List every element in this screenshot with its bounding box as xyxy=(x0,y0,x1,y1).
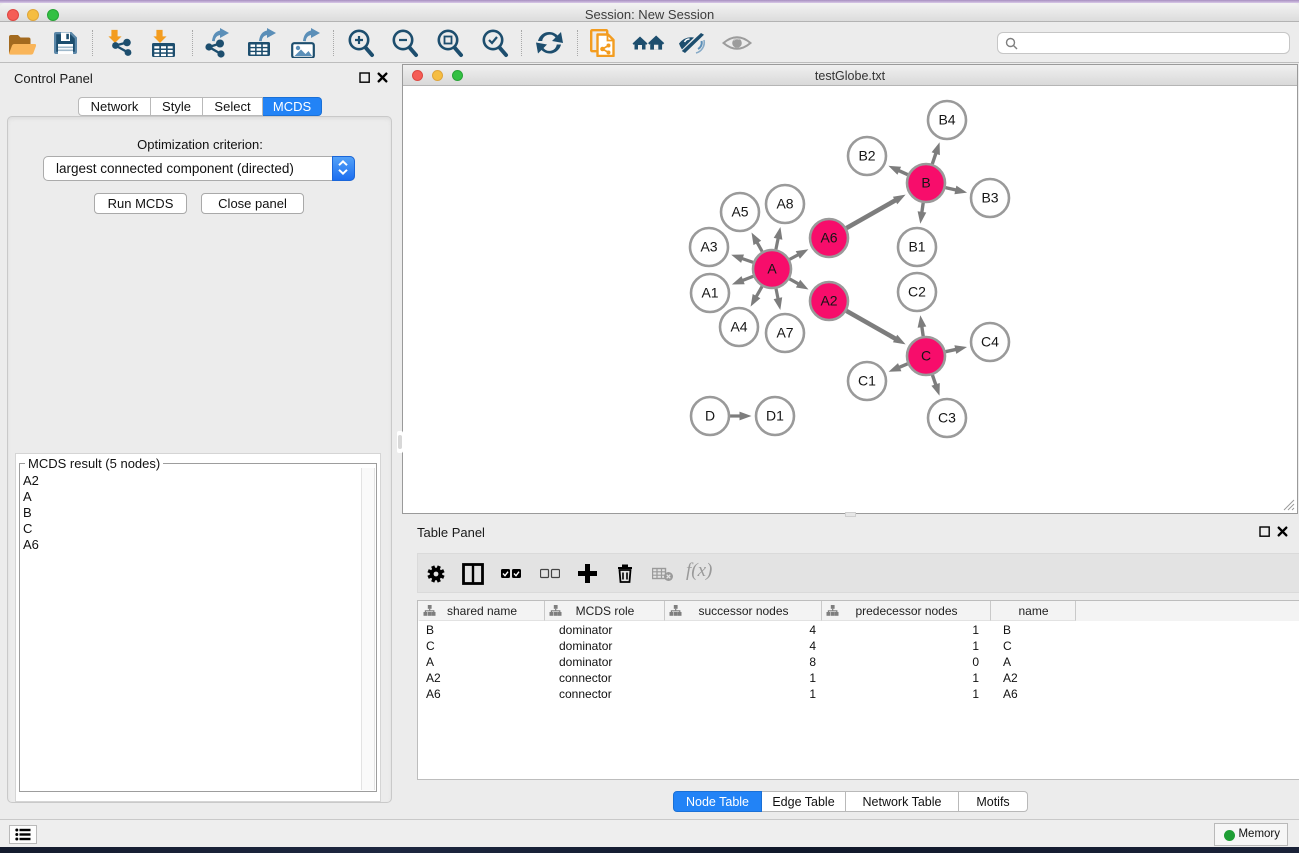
svg-text:B2: B2 xyxy=(858,148,875,164)
svg-text:C1: C1 xyxy=(858,373,876,389)
svg-text:B: B xyxy=(921,175,930,191)
svg-text:A: A xyxy=(767,261,777,277)
svg-text:A8: A8 xyxy=(776,196,793,212)
svg-text:A5: A5 xyxy=(731,204,748,220)
svg-text:A2: A2 xyxy=(820,293,837,309)
svg-text:D1: D1 xyxy=(766,408,784,424)
svg-text:C: C xyxy=(921,348,931,364)
svg-text:A4: A4 xyxy=(730,319,747,335)
svg-text:A1: A1 xyxy=(701,285,718,301)
svg-text:C4: C4 xyxy=(981,334,999,350)
svg-text:C3: C3 xyxy=(938,410,956,426)
svg-text:A3: A3 xyxy=(700,239,717,255)
svg-text:A7: A7 xyxy=(776,325,793,341)
svg-text:C2: C2 xyxy=(908,284,926,300)
svg-text:A6: A6 xyxy=(820,230,837,246)
svg-text:B4: B4 xyxy=(938,112,955,128)
svg-text:B3: B3 xyxy=(981,190,998,206)
svg-text:D: D xyxy=(705,408,715,424)
svg-text:B1: B1 xyxy=(908,239,925,255)
